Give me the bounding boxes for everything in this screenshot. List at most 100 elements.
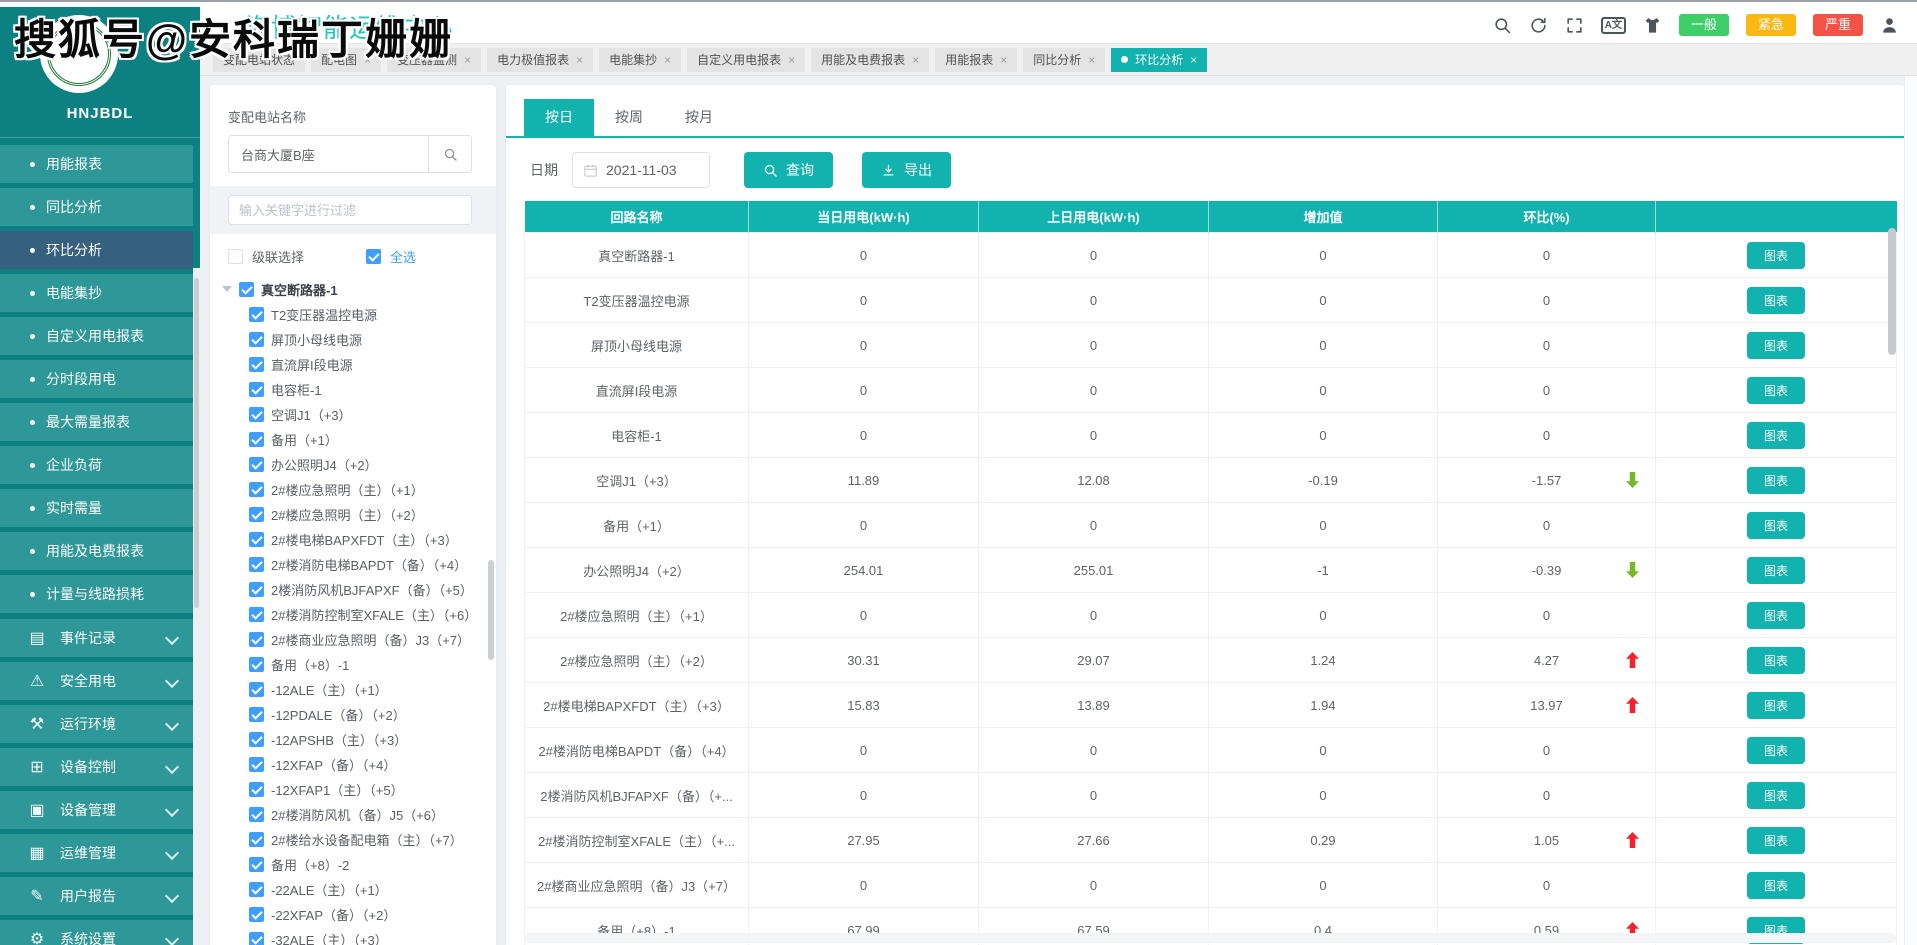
workspace-tab[interactable]: 自定义用电报表 × <box>687 48 805 72</box>
workspace-tab[interactable]: 电力极值报表 × <box>487 48 593 72</box>
sidebar-menu-item[interactable]: 用能及电费报表 <box>0 532 193 570</box>
tree-checkbox[interactable] <box>249 457 264 472</box>
period-tab[interactable]: 按周 <box>594 99 664 136</box>
tree-checkbox[interactable] <box>249 482 264 497</box>
workspace-tab[interactable]: 用能报表 × <box>935 48 1017 72</box>
tree-checkbox[interactable] <box>249 757 264 772</box>
sidebar-group-item[interactable]: ▣ 设备管理 <box>0 791 193 829</box>
chart-button[interactable]: 图表 <box>1747 647 1805 674</box>
tree-node[interactable]: -12ALE（主）（+1） <box>222 677 490 702</box>
sidebar-menu-item[interactable]: 环比分析 <box>0 231 193 269</box>
workspace-tab[interactable]: 同比分析 × <box>1023 48 1105 72</box>
chart-button[interactable]: 图表 <box>1747 512 1805 539</box>
chart-button[interactable]: 图表 <box>1747 692 1805 719</box>
chart-button[interactable]: 图表 <box>1747 782 1805 809</box>
alarm-badge-normal[interactable]: 一般 <box>1679 14 1729 36</box>
chart-button[interactable]: 图表 <box>1747 242 1805 269</box>
tree-checkbox[interactable] <box>249 782 264 797</box>
sidebar-scrollbar-thumb[interactable] <box>194 278 199 608</box>
tree-checkbox[interactable] <box>249 657 264 672</box>
tree-node[interactable]: 备用（+1） <box>222 427 490 452</box>
sidebar-menu-item[interactable]: 分时段用电 <box>0 360 193 398</box>
sidebar-group-item[interactable]: ▤ 事件记录 <box>0 619 193 657</box>
close-icon[interactable]: × <box>664 54 671 66</box>
sidebar-group-item[interactable]: ⊞ 设备控制 <box>0 748 193 786</box>
chart-button[interactable]: 图表 <box>1747 827 1805 854</box>
sidebar-menu-item[interactable]: 同比分析 <box>0 188 193 226</box>
tree-node[interactable]: -22ALE（主）（+1） <box>222 877 490 902</box>
close-icon[interactable]: × <box>1190 54 1197 66</box>
workspace-tab[interactable]: 环比分析 × <box>1111 48 1207 72</box>
select-all-control[interactable]: 全选 <box>366 247 416 266</box>
chart-button[interactable]: 图表 <box>1747 557 1805 584</box>
cascade-checkbox[interactable] <box>228 249 243 264</box>
tree-node[interactable]: T2变压器温控电源 <box>222 302 490 327</box>
tree-node[interactable]: 空调J1（+3） <box>222 402 490 427</box>
tree-checkbox[interactable] <box>249 632 264 647</box>
tree-checkbox[interactable] <box>249 832 264 847</box>
tree-checkbox[interactable] <box>249 682 264 697</box>
fullscreen-icon[interactable] <box>1565 16 1584 35</box>
close-icon[interactable]: × <box>912 54 919 66</box>
tree-checkbox[interactable] <box>249 707 264 722</box>
tree-checkbox[interactable] <box>249 907 264 922</box>
tree-checkbox[interactable] <box>249 732 264 747</box>
tree-node[interactable]: -32ALE（主）（+3） <box>222 927 490 945</box>
tree-node[interactable]: 2#楼给水设备配电箱（主）（+7） <box>222 827 490 852</box>
theme-icon[interactable] <box>1643 16 1662 35</box>
sidebar-menu-item[interactable]: 用能报表 <box>0 145 193 183</box>
export-button[interactable]: 导出 <box>862 152 951 188</box>
chart-button[interactable]: 图表 <box>1747 872 1805 899</box>
tree-node[interactable]: 2#楼消防电梯BAPDT（备）（+4） <box>222 552 490 577</box>
close-icon[interactable]: × <box>464 54 471 66</box>
tree-node[interactable]: 备用（+8）-1 <box>222 652 490 677</box>
tree-node[interactable]: -12XFAP1（主）（+5） <box>222 777 490 802</box>
tree-node[interactable]: 电容柜-1 <box>222 377 490 402</box>
date-picker[interactable]: 2021-11-03 <box>572 152 710 188</box>
tree-checkbox[interactable] <box>249 357 264 372</box>
sidebar-group-item[interactable]: ✎ 用户报告 <box>0 877 193 915</box>
tree-node[interactable]: 2#楼消防风机（备）J5（+6） <box>222 802 490 827</box>
tree-node[interactable]: 2楼消防风机BJFAPXF（备）（+5） <box>222 577 490 602</box>
tree-filter-input[interactable] <box>228 195 472 225</box>
sidebar-menu-item[interactable]: 自定义用电报表 <box>0 317 193 355</box>
period-tab[interactable]: 按月 <box>664 99 734 136</box>
tree-checkbox[interactable] <box>239 282 254 297</box>
tree-checkbox[interactable] <box>249 432 264 447</box>
close-icon[interactable]: × <box>788 54 795 66</box>
tree-checkbox[interactable] <box>249 882 264 897</box>
sidebar-menu-item[interactable]: 实时需量 <box>0 489 193 527</box>
tree-node[interactable]: 2#楼应急照明（主）（+2） <box>222 502 490 527</box>
sidebar-group-item[interactable]: ⚒ 运行环境 <box>0 705 193 743</box>
chart-button[interactable]: 图表 <box>1747 737 1805 764</box>
search-icon[interactable] <box>1493 16 1512 35</box>
tree-checkbox[interactable] <box>249 382 264 397</box>
tree-checkbox[interactable] <box>249 582 264 597</box>
sidebar-menu-item[interactable]: 计量与线路损耗 <box>0 575 193 613</box>
chart-button[interactable]: 图表 <box>1747 422 1805 449</box>
close-icon[interactable]: × <box>1088 54 1095 66</box>
tree-node[interactable]: 屏顶小母线电源 <box>222 327 490 352</box>
tree-checkbox[interactable] <box>249 532 264 547</box>
tree-checkbox[interactable] <box>249 557 264 572</box>
tree-node[interactable]: -12XFAP（备）（+4） <box>222 752 490 777</box>
chart-button[interactable]: 图表 <box>1747 332 1805 359</box>
user-icon[interactable] <box>1880 16 1899 35</box>
close-icon[interactable]: × <box>576 54 583 66</box>
chart-button[interactable]: 图表 <box>1747 602 1805 629</box>
tree-scrollbar-thumb[interactable] <box>488 560 494 660</box>
tree-node[interactable]: 2#楼消防控制室XFALE（主）（+6） <box>222 602 490 627</box>
tree-checkbox[interactable] <box>249 807 264 822</box>
tree-node[interactable]: 办公照明J4（+2） <box>222 452 490 477</box>
refresh-icon[interactable] <box>1529 16 1548 35</box>
table-scrollbar-thumb[interactable] <box>1888 228 1896 355</box>
page-scrollbar[interactable] <box>1904 7 1917 945</box>
alarm-badge-urgent[interactable]: 紧急 <box>1746 14 1796 36</box>
tree-node[interactable]: -12PDALE（备）（+2） <box>222 702 490 727</box>
tree-checkbox[interactable] <box>249 932 264 945</box>
alarm-badge-severe[interactable]: 严重 <box>1813 14 1863 36</box>
tree-node-label[interactable]: 真空断路器-1 <box>261 280 338 299</box>
sidebar-group-item[interactable]: ▦ 运维管理 <box>0 834 193 872</box>
sidebar-menu-item[interactable]: 电能集抄 <box>0 274 193 312</box>
tree-expander-icon[interactable] <box>222 286 232 292</box>
